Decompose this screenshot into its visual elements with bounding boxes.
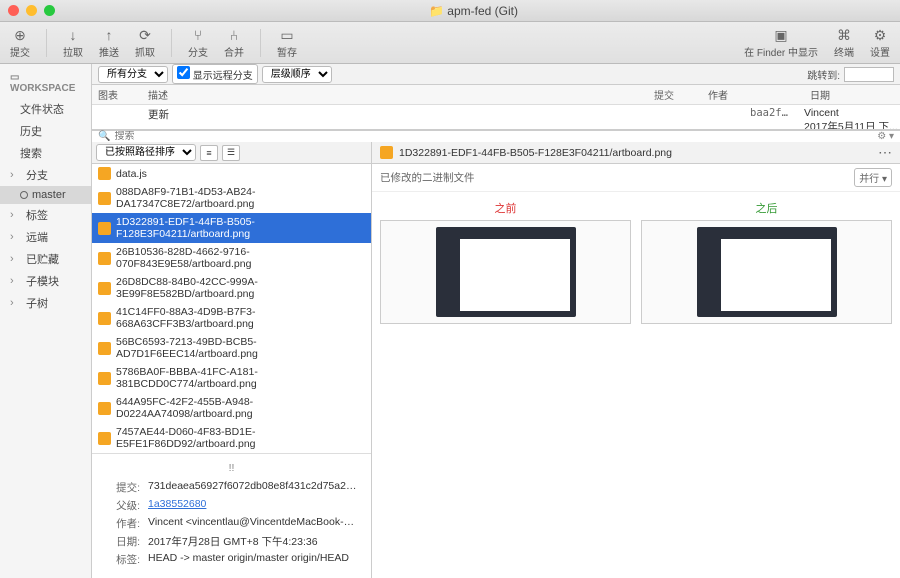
close-icon[interactable] (8, 5, 19, 16)
sidebar-branch[interactable]: ›分支 (0, 164, 91, 186)
meta-commit-hash: 731deaea56927f6072db08e8f431c2d75a2b98e.… (148, 480, 361, 495)
remote-toggle[interactable]: 显示远程分支 (172, 64, 258, 84)
sidebar-file-status[interactable]: 文件状态 (0, 98, 91, 120)
file-row[interactable]: 56BC6593-7213-49BD-BCB5-AD7D1F6EEC14/art… (92, 333, 371, 363)
pull-button[interactable]: ↓拉取 (63, 26, 83, 59)
sidebar-circle[interactable]: master (0, 186, 91, 204)
col-graph[interactable]: 图表 (92, 85, 142, 104)
push-button[interactable]: ↑推送 (99, 26, 119, 59)
toolbar: ⊕提交 ↓拉取 ↑推送 ⟳抓取 ⑂分支 ⑃合并 ▭暂存 ▣在 Finder 中显… (0, 22, 900, 64)
file-row[interactable]: 26B10536-828D-4662-9716-070F843E9E58/art… (92, 243, 371, 273)
file-row[interactable]: 5786BA0F-BBBA-41FC-A181-381BCDD0C774/art… (92, 363, 371, 393)
jump-input[interactable] (844, 67, 894, 82)
file-icon (380, 146, 393, 159)
workspace-header: ▭ WORKSPACE (0, 68, 91, 98)
window-title: 📁 apm-fed (Git) (55, 4, 892, 18)
parent-link[interactable]: 1a38552680 (148, 498, 206, 510)
meta-author: Vincent <vincentlau@VincentdeMacBook-Pro… (148, 516, 361, 531)
file-row[interactable]: 41C14FF0-88A3-4D9B-B7F3-668A63CFF3B3/art… (92, 303, 371, 333)
before-label: 之前 (380, 200, 631, 216)
meta-date: 2017年7月28日 GMT+8 下午4:23:36 (148, 534, 361, 549)
minimize-icon[interactable] (26, 5, 37, 16)
sidebar-submod[interactable]: ›子模块 (0, 270, 91, 292)
fetch-button[interactable]: ⟳抓取 (135, 26, 155, 59)
after-label: 之后 (641, 200, 892, 216)
binary-notice: 已修改的二进制文件 (380, 170, 475, 185)
stash-button[interactable]: ▭暂存 (277, 26, 297, 59)
commit-row[interactable]: 更新baa2f29Vincent 2017年5月11日 下... (92, 105, 900, 130)
sidebar: ▭ WORKSPACE 文件状态 历史 搜索 ›分支master›标签›远端›已… (0, 64, 92, 578)
file-row[interactable]: 088DA8F9-71B1-4D53-AB24-DA17347C8E72/art… (92, 183, 371, 213)
terminal-button[interactable]: ⌘终端 (834, 26, 854, 59)
sidebar-history[interactable]: 历史 (0, 120, 91, 142)
branch-button[interactable]: ⑂分支 (188, 26, 208, 59)
sidebar-search[interactable]: 搜索 (0, 142, 91, 164)
gear-icon[interactable]: ⚙ ▾ (877, 131, 894, 142)
commit-meta: !! 提交:731deaea56927f6072db08e8f431c2d75a… (92, 453, 371, 578)
sidebar-remote[interactable]: ›远端 (0, 226, 91, 248)
sidebar-tag[interactable]: ›标签 (0, 204, 91, 226)
diff-file-path: 1D322891-EDF1-44FB-B505-F128E3F04211/art… (399, 147, 672, 159)
col-date[interactable]: 日期 (804, 85, 900, 104)
meta-tags: HEAD -> master origin/master origin/HEAD (148, 552, 361, 567)
before-preview (380, 220, 631, 324)
col-desc[interactable]: 描述 (142, 85, 648, 104)
file-row[interactable]: data.js (92, 164, 371, 183)
file-panel: 已按照路径排序 ≡ ☰ data.js088DA8F9-71B1-4D53-AB… (92, 142, 372, 578)
file-row[interactable]: 1D322891-EDF1-44FB-B505-F128E3F04211/art… (92, 213, 371, 243)
commit-search-input[interactable] (114, 131, 871, 142)
file-sort-select[interactable]: 已按照路径排序 (96, 144, 196, 161)
view-tree-icon[interactable]: ☰ (222, 145, 240, 161)
more-icon[interactable]: ⋯ (878, 144, 892, 161)
settings-button[interactable]: ⚙设置 (870, 26, 890, 59)
file-row[interactable]: 26D8DC88-84B0-42CC-999A-3E99F8E582BD/art… (92, 273, 371, 303)
file-row[interactable]: 7457AE44-D060-4F83-BD1E-E5FE1F86DD92/art… (92, 423, 371, 453)
finder-button[interactable]: ▣在 Finder 中显示 (744, 26, 818, 59)
order-filter[interactable]: 层级顺序 (262, 66, 332, 83)
window-controls (8, 5, 55, 16)
sidebar-stash[interactable]: ›已贮藏 (0, 248, 91, 270)
col-author[interactable]: 作者 (702, 85, 804, 104)
titlebar: 📁 apm-fed (Git) (0, 0, 900, 22)
sidebar-subtree[interactable]: ›子树 (0, 292, 91, 314)
branch-filter[interactable]: 所有分支 (98, 66, 168, 83)
after-preview (641, 220, 892, 324)
col-commit[interactable]: 提交 (648, 85, 702, 104)
merge-button[interactable]: ⑃合并 (224, 26, 244, 59)
file-row[interactable]: 644A95FC-42F2-455B-A948-D0224AA74098/art… (92, 393, 371, 423)
view-list-icon[interactable]: ≡ (200, 145, 218, 161)
commit-button[interactable]: ⊕提交 (10, 26, 30, 59)
diff-panel: 1D322891-EDF1-44FB-B505-F128E3F04211/art… (372, 142, 900, 578)
filter-bar: 所有分支 显示远程分支 层级顺序 跳转到: (92, 64, 900, 85)
jump-label: 跳转到: (807, 67, 840, 82)
commit-search-bar: 🔍 ⚙ ▾ (92, 130, 900, 142)
zoom-icon[interactable] (44, 5, 55, 16)
view-mode-select[interactable]: 并行 ▾ (854, 168, 892, 187)
commit-list: 图表 描述 提交 作者 日期 更新baa2f29Vincent 2017年5月1… (92, 85, 900, 130)
search-icon: 🔍 (98, 131, 110, 142)
